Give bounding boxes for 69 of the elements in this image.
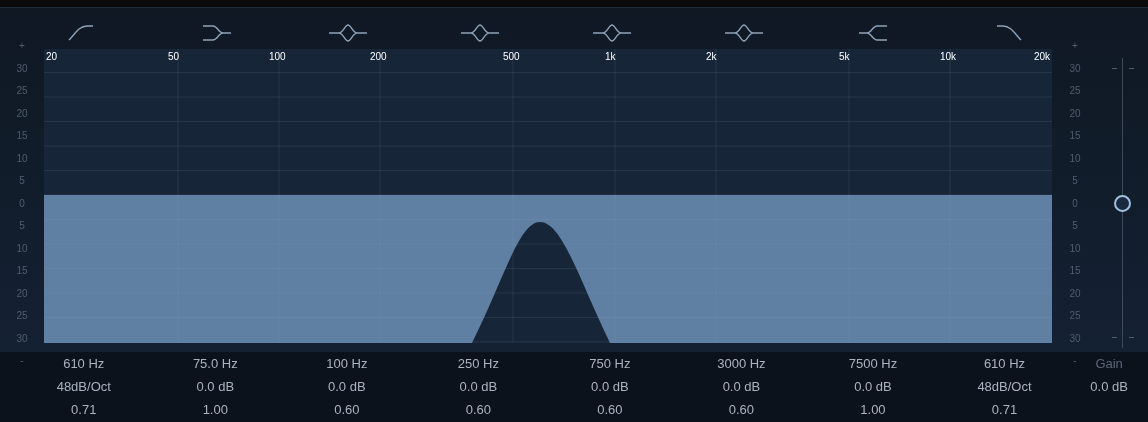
band-q[interactable]: 1.00 <box>860 398 886 421</box>
peak-curve-icon[interactable] <box>329 21 367 44</box>
db-scale-label: 20 <box>1069 288 1081 299</box>
db-scale-label: - <box>1073 356 1077 367</box>
db-scale-label: 20 <box>16 288 28 299</box>
frequency-label: 5k <box>839 52 850 62</box>
band-frequency[interactable]: 3000 Hz <box>717 352 766 375</box>
band-gain[interactable]: 0.0 dB <box>591 375 629 398</box>
band-frequency[interactable]: 610 Hz <box>983 352 1026 375</box>
gain-label: Gain <box>1095 355 1123 373</box>
db-scale-label: 25 <box>1069 86 1081 97</box>
peak-curve-icon[interactable] <box>593 21 631 44</box>
db-scale-label: 25 <box>1069 311 1081 322</box>
db-scale-label: 5 <box>1072 176 1078 187</box>
frequency-label: 500 <box>503 52 520 62</box>
db-scale-label: 5 <box>19 176 25 187</box>
slider-thumb[interactable] <box>1114 195 1131 212</box>
band-gain[interactable]: 0.0 dB <box>328 375 366 398</box>
db-scale-label: 30 <box>1069 333 1081 344</box>
db-scale-label: 10 <box>16 153 28 164</box>
db-scale-label: - <box>20 356 24 367</box>
db-scale-label: 15 <box>1069 131 1081 142</box>
band-gain[interactable]: 0.0 dB <box>854 375 892 398</box>
db-scale-label: 15 <box>16 131 28 142</box>
db-scale-label: 20 <box>16 108 28 119</box>
frequency-label: 100 <box>269 52 286 62</box>
db-scale-label: 25 <box>16 311 28 322</box>
band-frequency[interactable]: 7500 Hz <box>848 352 898 375</box>
band-q[interactable]: 0.71 <box>71 398 97 421</box>
db-scale-label: 10 <box>1069 153 1081 164</box>
db-scale-label: 30 <box>16 63 28 74</box>
band-q[interactable]: 0.60 <box>597 398 623 421</box>
db-scale-label: 15 <box>1069 266 1081 277</box>
db-scale-label: 15 <box>16 266 28 277</box>
band-frequency[interactable]: 610 Hz <box>63 352 105 375</box>
peak-curve-icon[interactable] <box>461 21 499 44</box>
band-gain[interactable]: 0.0 dB <box>722 375 761 398</box>
band-q[interactable]: 0.60 <box>334 398 360 421</box>
frequency-label: 2k <box>706 52 717 62</box>
band-q[interactable]: 0.71 <box>991 398 1018 421</box>
peak-curve-icon[interactable] <box>725 21 763 44</box>
gain-value[interactable]: 0.0 dB <box>1090 375 1128 398</box>
frequency-label: 1k <box>605 52 616 62</box>
band-gain[interactable]: 48dB/Oct <box>56 375 111 398</box>
db-scale-label: 10 <box>1069 243 1081 254</box>
db-scale-label: 10 <box>16 243 28 254</box>
band-gain[interactable]: 48dB/Oct <box>977 375 1032 398</box>
band-gain[interactable]: 0.0 dB <box>196 375 235 398</box>
db-scale-label: 30 <box>16 333 28 344</box>
db-scale-label: 30 <box>1069 63 1081 74</box>
band-frequency[interactable]: 750 Hz <box>589 352 631 375</box>
band-frequency[interactable]: 75.0 Hz <box>192 352 238 375</box>
band-q[interactable]: 0.60 <box>465 398 491 421</box>
db-scale-label: 5 <box>1072 221 1078 232</box>
db-scale-label: 5 <box>19 221 25 232</box>
band-gain[interactable]: 0.0 dB <box>459 375 498 398</box>
frequency-label: 50 <box>168 52 180 62</box>
band-frequency[interactable]: 250 Hz <box>457 352 499 375</box>
db-scale-label: 20 <box>1069 108 1081 119</box>
db-scale-label: 25 <box>16 86 28 97</box>
band-frequency[interactable]: 100 Hz <box>326 352 368 375</box>
band-q[interactable]: 1.00 <box>202 398 228 421</box>
frequency-label: 200 <box>370 52 387 62</box>
band-q[interactable]: 0.60 <box>728 398 755 421</box>
frequency-label: 10k <box>940 52 957 62</box>
db-scale-label: + <box>1072 41 1078 52</box>
frequency-label: 20k <box>1034 52 1051 62</box>
db-scale-label: + <box>19 41 25 52</box>
frequency-label: 20 <box>46 52 58 62</box>
